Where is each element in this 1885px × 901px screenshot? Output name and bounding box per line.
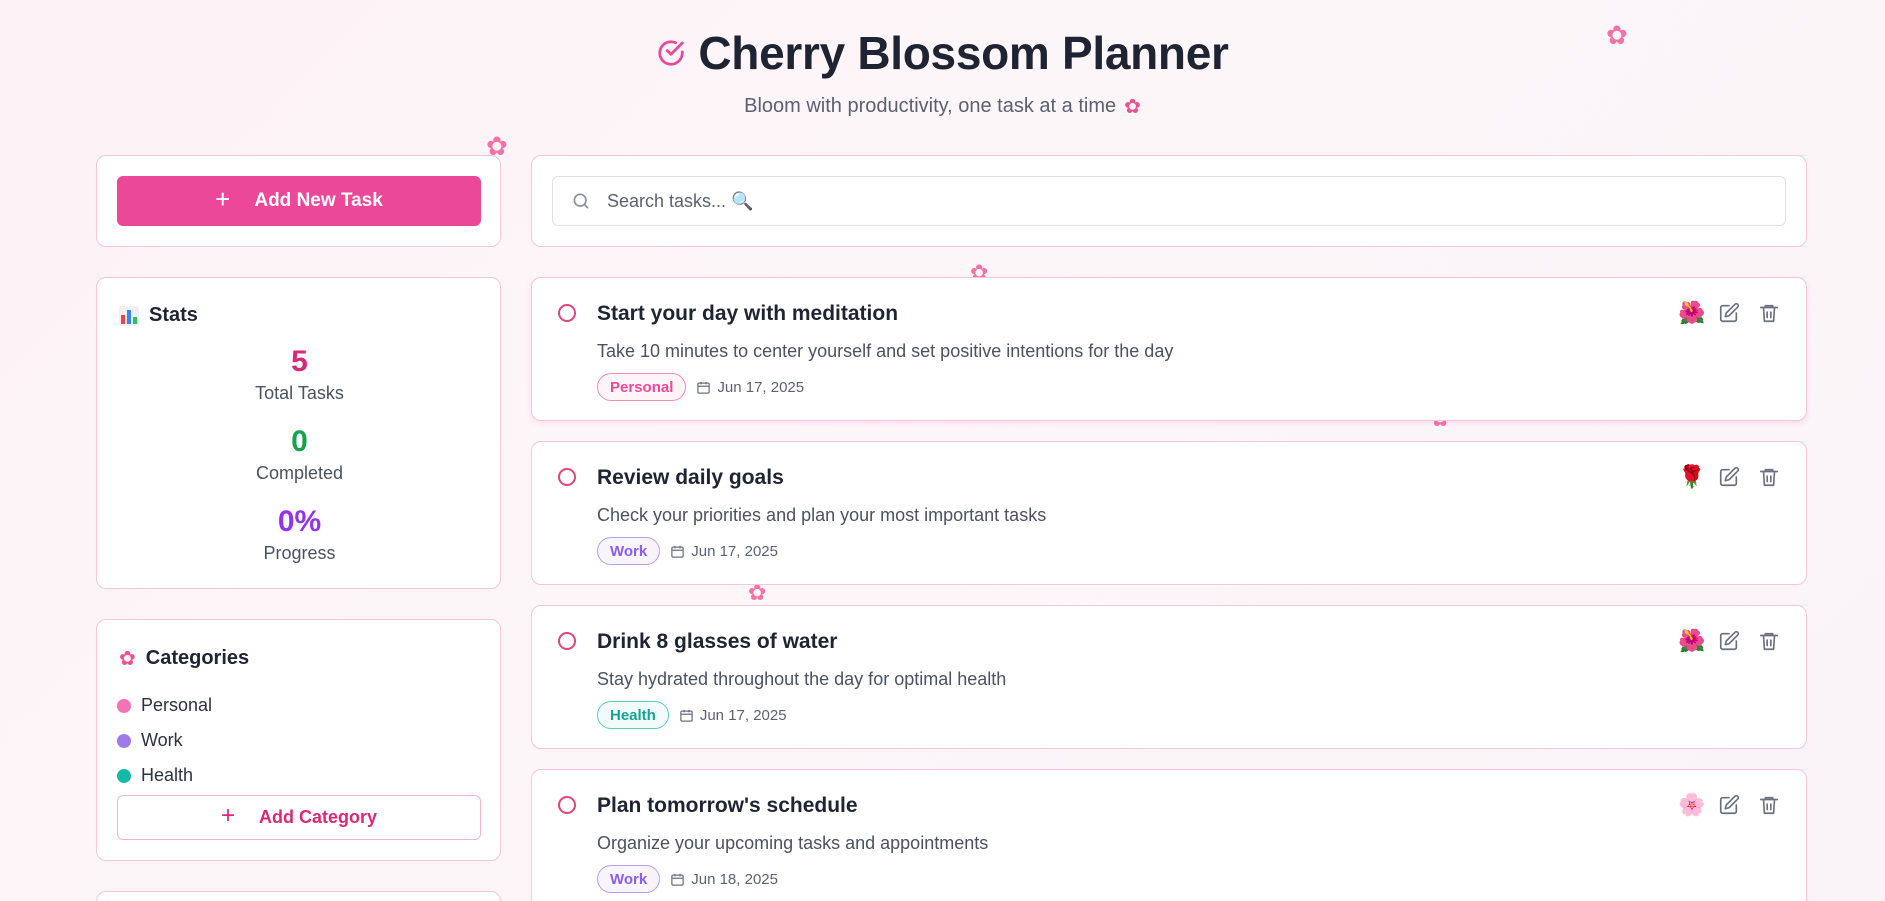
bar-chart-icon [119,305,139,326]
stat-progress-label: Progress [263,543,336,563]
category-color-dot [117,698,131,713]
task-actions: 🌸 [1678,792,1780,818]
calendar-icon [671,873,684,886]
category-item-work[interactable]: Work [117,723,212,758]
categories-panel: ✿ Categories Personal Work Health + Add … [96,619,501,861]
task-card[interactable]: Start your day with meditation Take 10 m… [531,277,1807,421]
search-icon [573,193,589,209]
stat-progress-value: 0% [277,505,322,538]
task-date: Jun 18, 2025 [670,871,778,888]
cherry-blossom-icon: ✿ [1124,96,1141,118]
add-task-panel: + Add New Task [96,155,501,247]
sidebar-panel-partial [96,891,501,901]
task-card[interactable]: Review daily goals Check your priorities… [531,441,1807,585]
category-color-dot [117,733,131,748]
categories-heading: ✿ Categories [119,646,249,671]
stats-panel: Stats 5 Total Tasks 0 Completed 0% Progr… [96,277,501,589]
edit-icon[interactable] [1718,630,1740,652]
category-tag: Health [597,701,669,729]
task-date: Jun 17, 2025 [696,379,804,396]
add-new-task-label: Add New Task [254,190,383,211]
category-list: Personal Work Health [117,688,212,793]
category-item-personal[interactable]: Personal [117,688,212,723]
edit-icon[interactable] [1718,466,1740,488]
task-description: Organize your upcoming tasks and appoint… [597,833,989,853]
plus-icon: + [215,184,231,214]
stat-completed: 0 Completed [97,425,502,484]
task-title: Review daily goals [597,466,784,489]
trash-icon[interactable] [1758,302,1780,324]
stat-progress: 0% Progress [97,505,502,564]
calendar-icon [680,709,693,722]
edit-icon[interactable] [1718,794,1740,816]
trash-icon[interactable] [1758,630,1780,652]
task-description: Check your priorities and plan your most… [597,505,1047,525]
task-checkbox[interactable] [558,304,576,322]
page-title: Cherry Blossom Planner [698,27,1229,79]
stat-total-value: 5 [291,345,308,378]
task-date: Jun 17, 2025 [679,707,787,724]
hibiscus-icon: 🌺 [1678,300,1706,325]
category-tag: Work [597,537,661,565]
task-meta: Personal Jun 17, 2025 [597,373,804,401]
task-card[interactable]: Plan tomorrow's schedule Organize your u… [531,769,1807,901]
stat-total-label: Total Tasks [255,383,344,403]
calendar-icon [697,381,711,394]
task-actions: 🌺 [1678,300,1780,326]
task-date-text: Jun 17, 2025 [699,706,787,724]
task-date-text: Jun 17, 2025 [691,542,778,560]
task-actions: 🌹 [1678,464,1780,490]
task-title: Plan tomorrow's schedule [597,794,858,817]
trash-icon[interactable] [1758,466,1780,488]
search-panel [531,155,1807,247]
stats-title: Stats [149,304,198,326]
cherry-blossom-icon: ✿ [119,648,136,670]
task-actions: 🌺 [1678,628,1780,654]
edit-icon[interactable] [1718,302,1740,324]
category-color-dot [117,768,131,783]
task-checkbox[interactable] [558,796,576,814]
stat-completed-value: 0 [291,425,308,458]
task-meta: Health Jun 17, 2025 [597,701,787,729]
trash-icon[interactable] [1758,794,1780,816]
task-date: Jun 17, 2025 [670,543,778,560]
search-box[interactable] [552,176,1786,226]
category-tag: Work [597,865,661,893]
task-date-text: Jun 18, 2025 [691,870,778,888]
category-item-health[interactable]: Health [117,758,212,793]
cherry-blossom-icon: 🌸 [1678,792,1706,817]
task-checkbox[interactable] [558,632,576,650]
task-meta: Work Jun 17, 2025 [597,537,778,565]
category-tag: Personal [597,373,687,401]
task-description: Take 10 minutes to center yourself and s… [597,341,1174,361]
task-checkbox[interactable] [558,468,576,486]
task-card[interactable]: Drink 8 glasses of water Stay hydrated t… [531,605,1807,749]
task-title: Start your day with meditation [597,302,899,325]
categories-title: Categories [145,647,250,669]
hibiscus-icon: 🌺 [1678,628,1706,653]
check-circle-icon [658,40,684,66]
task-meta: Work Jun 18, 2025 [597,865,778,893]
search-input[interactable] [607,190,1707,212]
add-category-button[interactable]: + Add Category [117,795,481,840]
category-label: Health [141,765,194,785]
stat-total: 5 Total Tasks [97,345,502,404]
calendar-icon [671,545,684,558]
add-category-label: Add Category [259,807,378,827]
task-title: Drink 8 glasses of water [597,630,838,653]
page-subtitle: Bloom with productivity, one task at a t… [0,94,1885,119]
subtitle-text: Bloom with productivity, one task at a t… [744,95,1117,117]
add-new-task-button[interactable]: + Add New Task [117,176,481,226]
stat-completed-label: Completed [255,463,344,483]
category-label: Work [141,730,183,750]
blossom-petal-icon: ✿ [748,580,767,605]
page-header: Cherry Blossom Planner Bloom with produc… [0,26,1885,119]
rose-icon: 🌹 [1678,464,1706,489]
task-date-text: Jun 17, 2025 [717,378,805,396]
plus-icon: + [220,802,235,829]
task-description: Stay hydrated throughout the day for opt… [597,669,1007,689]
stats-heading: Stats [119,304,198,327]
category-label: Personal [141,695,213,715]
